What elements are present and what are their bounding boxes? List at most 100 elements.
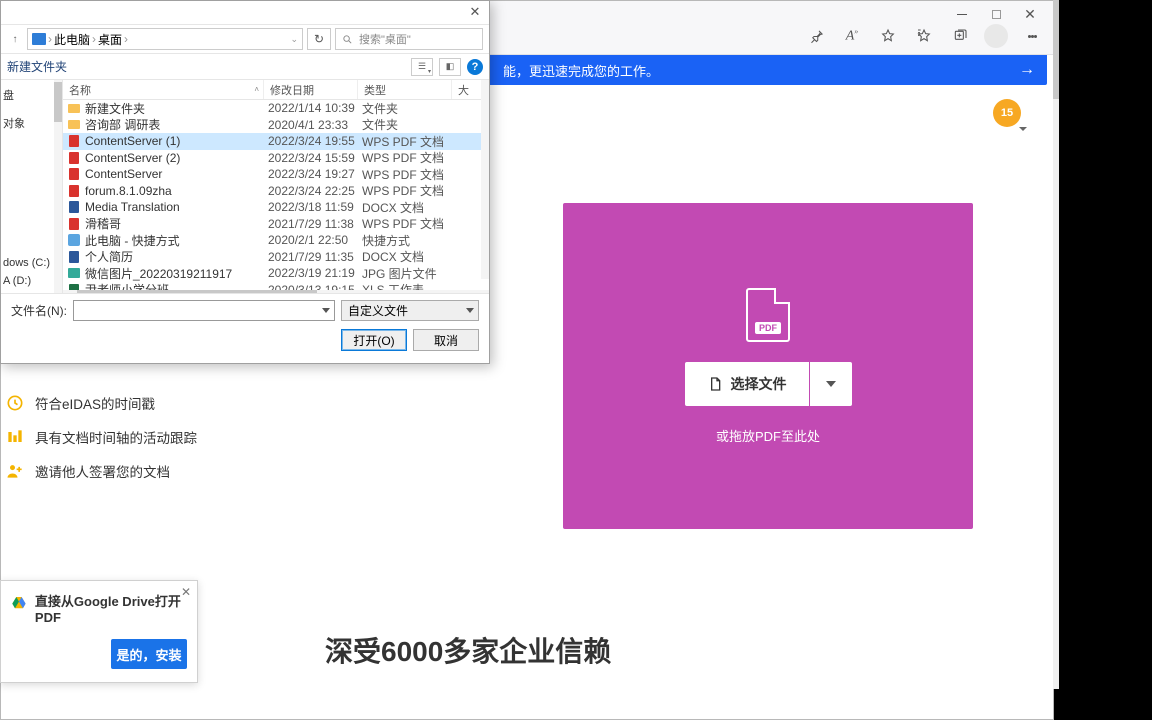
dialog-titlebar[interactable]: ✕ <box>1 1 489 25</box>
file-name: 咨询部 调研表 <box>85 116 268 133</box>
new-folder-button[interactable]: 新建文件夹 <box>7 58 67 75</box>
file-row[interactable]: ContentServer (2)2022/3/24 15:59WPS PDF … <box>63 150 489 167</box>
sidebar-item[interactable]: A (D:) <box>1 272 62 290</box>
file-name: ContentServer <box>85 167 268 181</box>
feature-item: 符合eIDAS的时间戳 <box>5 393 197 413</box>
file-type-icon <box>67 217 81 231</box>
invite-icon <box>5 461 25 481</box>
file-row[interactable]: 此电脑 - 快捷方式2020/2/1 22:50快捷方式 <box>63 232 489 249</box>
chevron-down-icon <box>1019 127 1027 131</box>
favorites-bar-icon[interactable] <box>909 21 939 51</box>
file-type: DOCX 文档 <box>362 199 456 216</box>
read-aloud-icon[interactable]: A» <box>837 21 867 51</box>
file-open-dialog: ✕ ↑ › 此电脑 › 桌面 › ⌄ ↻ 搜索"桌面" 新建文件夹 ☰▾ ◧ ?… <box>0 0 490 364</box>
feature-label: 符合eIDAS的时间戳 <box>35 393 155 413</box>
sidebar-item[interactable]: dows (C:) <box>1 254 62 272</box>
file-type-icon <box>67 101 81 115</box>
file-date: 2022/3/24 19:55 <box>268 134 362 148</box>
col-date[interactable]: 修改日期 <box>264 80 358 99</box>
document-icon <box>707 374 723 394</box>
file-name: 微信图片_20220319211917 <box>85 265 268 282</box>
file-date: 2022/3/18 11:59 <box>268 200 362 214</box>
user-badge-text: 15 <box>1001 107 1013 119</box>
file-row[interactable]: ContentServer (1)2022/3/24 19:55WPS PDF … <box>63 133 489 150</box>
select-file-dropdown-button[interactable] <box>810 362 852 406</box>
col-type[interactable]: 类型 <box>358 80 452 99</box>
file-date: 2020/2/1 22:50 <box>268 233 362 247</box>
path-breadcrumb[interactable]: › 此电脑 › 桌面 › ⌄ <box>27 28 303 50</box>
file-type-icon <box>67 151 81 165</box>
arrow-right-icon: → <box>1019 61 1035 79</box>
profile-avatar[interactable] <box>981 21 1011 51</box>
filename-label: 文件名(N): <box>11 302 67 319</box>
list-vscrollbar[interactable] <box>481 80 489 279</box>
sidebar-item[interactable]: 对象 <box>1 112 62 134</box>
menu-icon[interactable] <box>1017 21 1047 51</box>
file-type: WPS PDF 文档 <box>362 166 456 183</box>
file-name: forum.8.1.09zha <box>85 184 268 198</box>
page-scrollbar[interactable] <box>1053 0 1059 689</box>
path-root[interactable]: 此电脑 <box>54 31 90 48</box>
dropzone-hint: 或拖放PDF至此处 <box>716 426 820 445</box>
cancel-button[interactable]: 取消 <box>413 329 479 351</box>
sidebar-item[interactable]: 盘 <box>1 84 62 106</box>
file-type-icon <box>67 266 81 280</box>
popup-install-button[interactable]: 是的，安装 <box>111 639 187 669</box>
popup-text: 直接从Google Drive打开PDF <box>35 591 187 625</box>
upload-dropzone[interactable]: PDF 选择文件 或拖放PDF至此处 <box>563 203 973 529</box>
feature-label: 具有文档时间轴的活动跟踪 <box>35 427 197 447</box>
file-row[interactable]: forum.8.1.09zha2022/3/24 22:25WPS PDF 文档 <box>63 183 489 200</box>
list-headers[interactable]: 名称˄ 修改日期 类型 大 <box>63 80 489 100</box>
file-date: 2022/3/19 21:19 <box>268 266 362 280</box>
file-date: 2021/7/29 11:38 <box>268 217 362 231</box>
select-file-button[interactable]: 选择文件 <box>685 362 809 406</box>
feature-label: 邀请他人签署您的文档 <box>35 461 170 481</box>
help-button[interactable]: ? <box>467 59 483 75</box>
file-date: 2020/4/1 23:33 <box>268 118 362 132</box>
filetype-filter[interactable]: 自定义文件 <box>341 300 479 321</box>
select-file-label: 选择文件 <box>731 374 787 394</box>
search-input[interactable]: 搜索"桌面" <box>335 28 483 50</box>
file-row[interactable]: 新建文件夹2022/1/14 10:39文件夹 <box>63 100 489 117</box>
refresh-button[interactable]: ↻ <box>307 28 331 50</box>
dialog-close-button[interactable]: ✕ <box>465 3 485 21</box>
dialog-toolbar: 新建文件夹 ☰▾ ◧ ? <box>1 54 489 80</box>
file-type: JPG 图片文件 <box>362 265 456 282</box>
file-type: 文件夹 <box>362 100 456 117</box>
open-button[interactable]: 打开(O) <box>341 329 407 351</box>
file-name: 滑稽哥 <box>85 215 268 232</box>
preview-pane-button[interactable]: ◧ <box>439 58 461 76</box>
file-row[interactable]: 尹老师小学分班2020/3/13 19:15XLS 工作表 <box>63 282 489 291</box>
tagline-heading: 深受6000多家企业信赖 <box>325 630 611 670</box>
filename-input[interactable] <box>73 300 335 321</box>
file-type: WPS PDF 文档 <box>362 182 456 199</box>
nav-up-button[interactable]: ↑ <box>7 31 23 47</box>
file-type-icon <box>67 250 81 264</box>
drive-install-popup: ✕ 直接从Google Drive打开PDF 是的，安装 <box>0 580 198 683</box>
file-name: ContentServer (1) <box>85 134 268 148</box>
file-row[interactable]: 微信图片_202203192119172022/3/19 21:19JPG 图片… <box>63 265 489 282</box>
file-row[interactable]: ContentServer2022/3/24 19:27WPS PDF 文档 <box>63 166 489 183</box>
file-date: 2020/3/13 19:15 <box>268 283 362 290</box>
user-badge[interactable]: 15 <box>993 99 1021 127</box>
collections-icon[interactable] <box>945 21 975 51</box>
search-icon <box>342 34 353 45</box>
pin-icon[interactable] <box>801 21 831 51</box>
file-row[interactable]: 滑稽哥2021/7/29 11:38WPS PDF 文档 <box>63 216 489 233</box>
col-name[interactable]: 名称 <box>69 82 91 98</box>
file-row[interactable]: Media Translation2022/3/18 11:59DOCX 文档 <box>63 199 489 216</box>
dialog-sidebar[interactable]: 盘 对象 dows (C:) A (D:) <box>1 80 63 293</box>
feature-item: 邀请他人签署您的文档 <box>5 461 197 481</box>
file-row[interactable]: 咨询部 调研表2020/4/1 23:33文件夹 <box>63 117 489 134</box>
file-type: 快捷方式 <box>362 232 456 249</box>
file-row[interactable]: 个人简历2021/7/29 11:35DOCX 文档 <box>63 249 489 266</box>
feature-item: 具有文档时间轴的活动跟踪 <box>5 427 197 447</box>
favorite-icon[interactable] <box>873 21 903 51</box>
sidebar-scrollbar[interactable] <box>54 80 62 293</box>
popup-close-button[interactable]: ✕ <box>181 585 191 599</box>
view-mode-button[interactable]: ☰▾ <box>411 58 433 76</box>
list-hscrollbar[interactable]: ◀▶ <box>63 290 489 293</box>
path-folder[interactable]: 桌面 <box>98 31 122 48</box>
file-type: WPS PDF 文档 <box>362 215 456 232</box>
feature-list: 符合eIDAS的时间戳 具有文档时间轴的活动跟踪 邀请他人签署您的文档 <box>5 393 197 481</box>
